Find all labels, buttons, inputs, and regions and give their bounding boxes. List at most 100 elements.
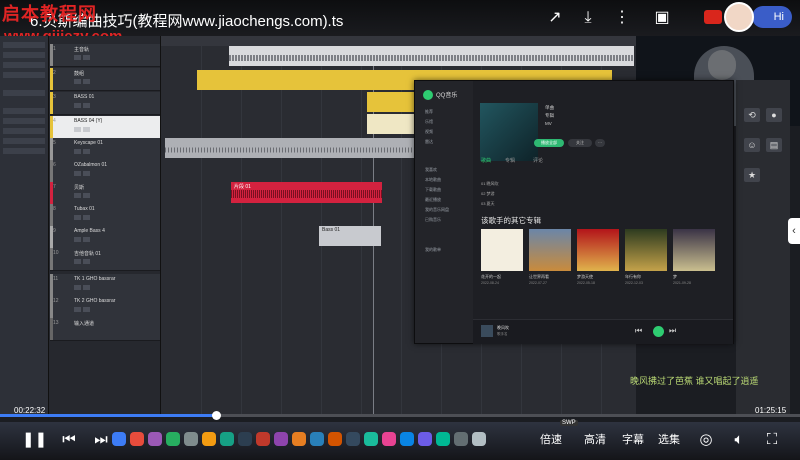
album-cover[interactable] [577, 229, 619, 271]
solo-button[interactable] [83, 127, 90, 132]
picture-in-picture-icon[interactable]: ▣ [652, 9, 672, 27]
mute-button[interactable] [74, 285, 81, 290]
album-cover-image[interactable] [480, 103, 538, 161]
assistant-greeting-badge[interactable]: Hi [752, 6, 792, 28]
track-header-selected[interactable]: 4 BASS 04 (Y) [50, 116, 160, 139]
qq-nav-item[interactable]: 本地歌曲 [425, 177, 441, 183]
video-progress-bar[interactable] [0, 411, 800, 420]
app-icon[interactable] [292, 432, 306, 446]
track-header[interactable]: 9 Ample Bass 4 [50, 226, 160, 249]
more-button[interactable]: ⋯ [595, 139, 605, 147]
mute-button[interactable] [74, 193, 81, 198]
mute-button[interactable] [74, 79, 81, 84]
speed-button[interactable]: 倍速 [540, 431, 562, 449]
quality-button[interactable]: 高清 [584, 431, 606, 449]
app-icon[interactable] [112, 432, 126, 446]
app-icon[interactable] [256, 432, 270, 446]
app-icon[interactable] [436, 432, 450, 446]
inspector-row[interactable] [3, 128, 45, 134]
mute-button[interactable] [74, 237, 81, 242]
share-icon[interactable]: ↗ [545, 9, 565, 27]
star-icon[interactable]: ★ [744, 168, 760, 182]
inspector-row[interactable] [3, 138, 45, 144]
inspector-row[interactable] [3, 42, 45, 48]
app-icon[interactable] [238, 432, 252, 446]
album-cover[interactable] [481, 229, 523, 271]
solo-button[interactable] [83, 237, 90, 242]
track-header[interactable]: 13 输入通道 [50, 318, 160, 341]
mute-button[interactable] [74, 103, 81, 108]
app-icon[interactable] [310, 432, 324, 446]
fullscreen-icon[interactable]: ⛶ [764, 430, 780, 450]
bass-audio-clip[interactable]: 片段 01 [231, 182, 382, 203]
qq-nav-item[interactable]: 已购音乐 [425, 217, 441, 223]
album-cover[interactable] [625, 229, 667, 271]
app-icon[interactable] [148, 432, 162, 446]
qq-nav-item[interactable]: 我的歌单 [425, 247, 441, 253]
app-icon[interactable] [130, 432, 144, 446]
app-icon[interactable] [346, 432, 360, 446]
solo-button[interactable] [83, 171, 90, 176]
app-icon[interactable] [328, 432, 342, 446]
tab-comments[interactable]: 评论 [533, 157, 543, 164]
app-icon[interactable] [220, 432, 234, 446]
app-icon[interactable] [364, 432, 378, 446]
inspector-row[interactable] [3, 118, 45, 124]
play-all-button[interactable]: 播放全部 [534, 139, 564, 147]
inspector-row[interactable] [3, 108, 45, 114]
album-cover[interactable] [673, 229, 715, 271]
qq-nav-item[interactable]: 乐馆 [425, 119, 433, 125]
tab-songs[interactable]: 歌曲 [481, 157, 491, 164]
qq-nav-item[interactable]: 我的音乐网盘 [425, 207, 449, 213]
solo-button[interactable] [83, 149, 90, 154]
track-header[interactable]: 10 吉他音轨 01 [50, 248, 160, 271]
qq-nav-item[interactable]: 最近播放 [425, 197, 441, 203]
song-row[interactable]: 03 夏天 [481, 201, 731, 210]
track-header[interactable]: 6 OZabalmon 01 [50, 160, 160, 183]
assistant-avatar[interactable] [724, 2, 754, 32]
app-icon[interactable] [184, 432, 198, 446]
inspector-row[interactable] [3, 148, 45, 154]
mute-button[interactable] [74, 259, 81, 264]
loop-icon[interactable]: ⟲ [744, 108, 760, 122]
solo-button[interactable] [83, 193, 90, 198]
previous-icon[interactable]: ⏮ [62, 430, 76, 450]
inspector-row[interactable] [3, 62, 45, 68]
qq-nav-item[interactable]: 视频 [425, 129, 433, 135]
track-header[interactable]: 1 主音轨 [50, 44, 160, 67]
album-name[interactable]: 年行有你 [625, 274, 641, 280]
inspector-row[interactable] [3, 90, 45, 96]
solo-button[interactable] [83, 103, 90, 108]
collapse-arrow-icon[interactable]: ‹ [788, 218, 800, 244]
song-row[interactable]: 01 晚风吹 [481, 181, 731, 190]
audio-clip[interactable] [367, 114, 415, 134]
midi-clip[interactable]: Bass 01 [319, 226, 381, 246]
album-name[interactable]: 梦游天使 [577, 274, 593, 280]
mute-button[interactable] [74, 127, 81, 132]
next-icon[interactable]: ⏭ [94, 430, 108, 450]
track-header[interactable]: 8 Tubax 01 [50, 204, 160, 227]
more-icon[interactable]: ⋮ [612, 9, 632, 27]
album-name[interactable]: 花开的一起 [481, 274, 501, 280]
mute-button[interactable] [74, 307, 81, 312]
mute-button[interactable] [74, 215, 81, 220]
track-header[interactable]: 3 BASS 01 [50, 92, 160, 115]
solo-button[interactable] [83, 55, 90, 60]
play-pause-button[interactable] [653, 326, 664, 337]
track-header[interactable]: 11 TK 1 GHO bassrar [50, 274, 160, 297]
song-row[interactable]: 02 梦游 [481, 191, 731, 200]
audio-clip[interactable] [165, 138, 415, 158]
solo-button[interactable] [83, 307, 90, 312]
next-icon[interactable]: ⏭ [669, 326, 676, 336]
mixer-icon[interactable]: ▤ [766, 138, 782, 152]
now-playing-artist[interactable]: 歌手名 [497, 332, 508, 337]
mute-button[interactable] [74, 171, 81, 176]
solo-button[interactable] [83, 215, 90, 220]
volume-icon[interactable]: 🔈︎ [730, 430, 748, 450]
qq-nav-item[interactable]: 雷达 [425, 139, 433, 145]
album-name[interactable]: 梦 [673, 274, 677, 280]
app-icon[interactable] [400, 432, 414, 446]
app-icon[interactable] [472, 432, 486, 446]
qq-nav-item[interactable]: 下载歌曲 [425, 187, 441, 193]
app-icon[interactable] [382, 432, 396, 446]
